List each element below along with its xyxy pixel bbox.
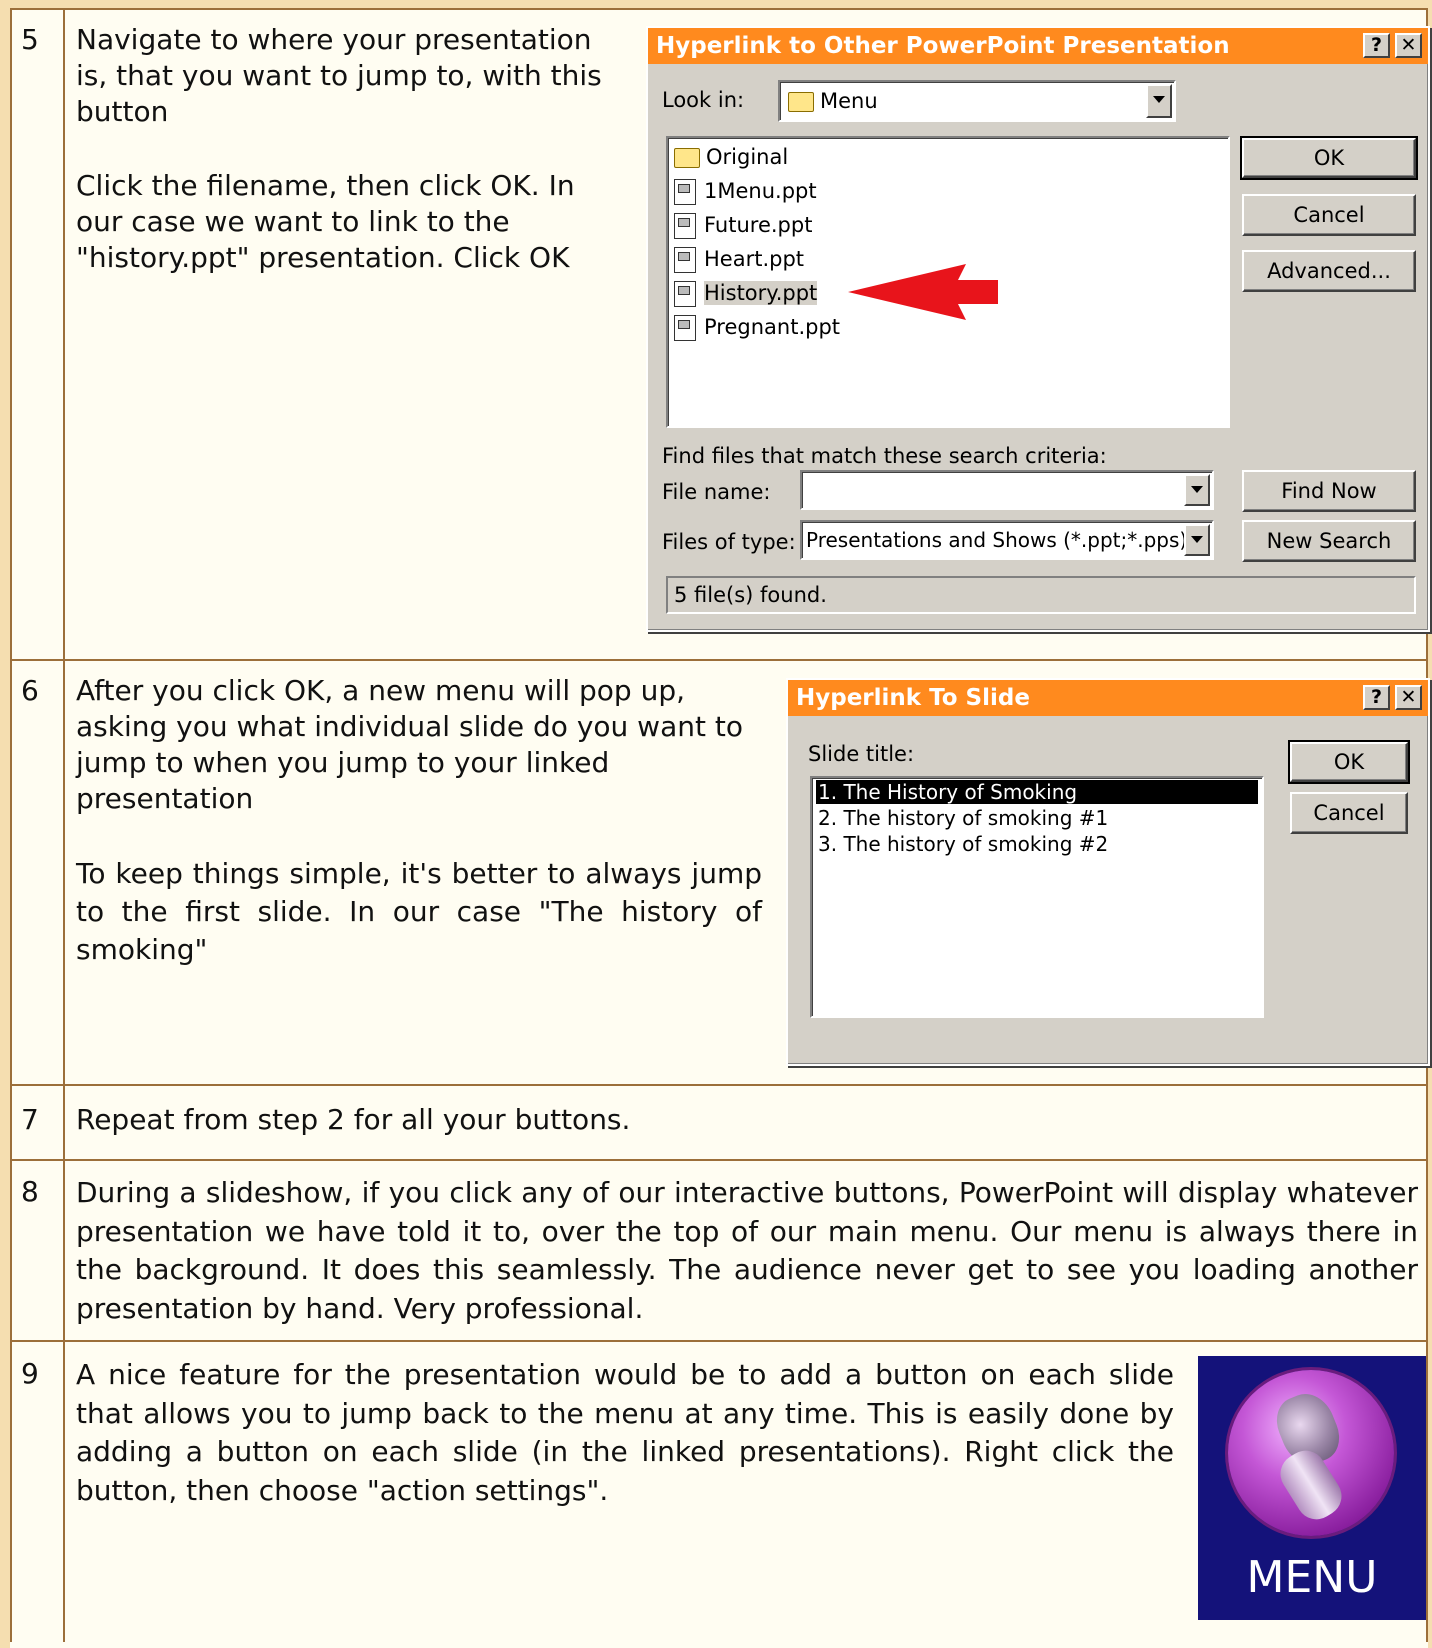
- table-top-border: [10, 8, 1428, 10]
- chevron-down-icon[interactable]: [1184, 524, 1210, 556]
- advanced-button[interactable]: Advanced...: [1242, 250, 1416, 292]
- step-paragraph: Click the filename, then click OK. In ou…: [76, 169, 575, 274]
- file-name: History.ppt: [704, 281, 818, 305]
- file-list-item[interactable]: 1Menu.ppt: [674, 176, 817, 206]
- step-text: A nice feature for the presentation woul…: [76, 1356, 1174, 1510]
- step-number: 7: [21, 1103, 39, 1136]
- step-number: 8: [21, 1175, 39, 1208]
- help-button[interactable]: ?: [1363, 685, 1390, 710]
- search-criteria-label: Find files that match these search crite…: [662, 444, 1107, 468]
- file-list-item[interactable]: Future.ppt: [674, 210, 812, 240]
- step-paragraph: Repeat from step 2 for all your buttons.: [76, 1103, 631, 1136]
- file-name: Future.ppt: [704, 213, 813, 237]
- slide-list-item[interactable]: 3. The history of smoking #2: [816, 832, 1258, 856]
- step-number: 9: [21, 1357, 39, 1390]
- file-name: Original: [706, 145, 789, 169]
- ppt-file-icon: [674, 315, 696, 341]
- ok-button[interactable]: OK: [1288, 740, 1410, 784]
- new-search-button[interactable]: New Search: [1242, 520, 1416, 562]
- step-paragraph: Navigate to where your presentation is, …: [76, 23, 602, 128]
- dialog-title: Hyperlink To Slide: [788, 680, 1428, 716]
- row-separator: [10, 659, 1428, 661]
- files-of-type-value: Presentations and Shows (*.ppt;*.pps): [806, 528, 1188, 552]
- files-of-type-select[interactable]: Presentations and Shows (*.ppt;*.pps): [800, 520, 1214, 560]
- look-in-value: Menu: [820, 89, 878, 113]
- file-list-item[interactable]: Pregnant.ppt: [674, 312, 840, 342]
- ppt-file-icon: [674, 213, 696, 239]
- file-name: Heart.ppt: [704, 247, 805, 271]
- look-in-dropdown[interactable]: Menu: [778, 80, 1176, 122]
- step-text: During a slideshow, if you click any of …: [76, 1174, 1418, 1328]
- slide-title-label: Slide title:: [808, 742, 915, 766]
- number-column-border: [63, 8, 65, 1642]
- look-in-label: Look in:: [662, 88, 745, 112]
- row-separator: [10, 1084, 1428, 1086]
- file-list-item[interactable]: History.ppt: [674, 278, 818, 308]
- menu-button-image: MENU: [1198, 1356, 1426, 1620]
- files-of-type-label: Files of type:: [662, 530, 796, 554]
- cigarette-body: [1272, 1443, 1350, 1527]
- folder-icon: [788, 92, 814, 112]
- step-paragraph: A nice feature for the presentation woul…: [76, 1358, 1174, 1507]
- table-left-border: [10, 8, 12, 1642]
- step-paragraph: To keep things simple, it's better to al…: [76, 857, 762, 966]
- step-paragraph: After you click OK, a new menu will pop …: [76, 674, 743, 815]
- chevron-down-icon[interactable]: [1184, 474, 1210, 506]
- file-name-field[interactable]: [800, 470, 1214, 510]
- file-name-label: File name:: [662, 480, 771, 504]
- red-arrow-icon: [848, 264, 998, 320]
- step-text: Repeat from step 2 for all your buttons.: [76, 1102, 1416, 1138]
- close-button[interactable]: ✕: [1395, 33, 1422, 58]
- slide-list-item[interactable]: 1. The History of Smoking: [815, 779, 1259, 805]
- folder-icon: [674, 148, 700, 168]
- ok-button[interactable]: OK: [1240, 136, 1418, 180]
- help-button[interactable]: ?: [1363, 33, 1390, 58]
- slide-list[interactable]: 1. The History of Smoking 2. The history …: [810, 776, 1264, 1018]
- step-text: After you click OK, a new menu will pop …: [76, 673, 762, 969]
- ppt-file-icon: [674, 281, 696, 307]
- menu-orb: [1228, 1370, 1394, 1536]
- hyperlink-presentation-dialog: Hyperlink to Other PowerPoint Presentati…: [646, 26, 1430, 632]
- status-bar: 5 file(s) found.: [666, 576, 1416, 614]
- close-button[interactable]: ✕: [1395, 685, 1422, 710]
- chevron-down-icon[interactable]: [1146, 84, 1172, 118]
- file-list-item[interactable]: Original: [674, 142, 788, 172]
- row-separator: [10, 1159, 1428, 1161]
- step-number: 5: [21, 23, 39, 56]
- dialog-title: Hyperlink to Other PowerPoint Presentati…: [648, 28, 1428, 64]
- menu-label: MENU: [1246, 1552, 1378, 1603]
- row-separator: [10, 1340, 1428, 1342]
- file-list-item[interactable]: Heart.ppt: [674, 244, 804, 274]
- find-now-button[interactable]: Find Now: [1242, 470, 1416, 512]
- hyperlink-slide-dialog: Hyperlink To Slide ? ✕ Slide title: 1. T…: [786, 678, 1430, 1066]
- ppt-file-icon: [674, 247, 696, 273]
- step-number: 6: [21, 674, 39, 707]
- file-name: Pregnant.ppt: [704, 315, 841, 339]
- file-name: 1Menu.ppt: [704, 179, 817, 203]
- status-text: 5 file(s) found.: [674, 583, 827, 607]
- step-paragraph: During a slideshow, if you click any of …: [76, 1176, 1418, 1325]
- cancel-button[interactable]: Cancel: [1242, 194, 1416, 236]
- slide-list-item[interactable]: 2. The history of smoking #1: [816, 806, 1258, 830]
- ppt-file-icon: [674, 179, 696, 205]
- step-text: Navigate to where your presentation is, …: [76, 22, 626, 276]
- cancel-button[interactable]: Cancel: [1290, 792, 1408, 834]
